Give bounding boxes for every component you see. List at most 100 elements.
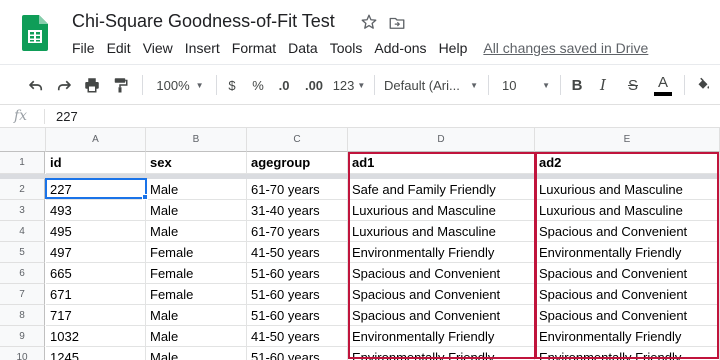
header-cell-column-c[interactable]: agegroup: [247, 152, 348, 174]
cell-column-a[interactable]: 1245: [46, 347, 146, 360]
caret-down-icon: ▼: [470, 80, 478, 90]
cell-column-a[interactable]: 665: [46, 263, 146, 284]
toolbar-divider: [560, 75, 561, 95]
column-header[interactable]: E: [535, 128, 720, 152]
menu-file[interactable]: File: [66, 40, 101, 58]
cell-column-b[interactable]: Female: [146, 263, 247, 284]
cell-column-b[interactable]: Male: [146, 305, 247, 326]
zoom-select[interactable]: 100% ▼: [150, 65, 210, 105]
strikethrough-button[interactable]: S: [622, 65, 644, 105]
row-header[interactable]: 6: [0, 263, 45, 284]
toolbar-divider: [488, 75, 489, 95]
menu-help[interactable]: Help: [433, 40, 474, 58]
cell-column-a[interactable]: 1032: [46, 326, 146, 347]
selected-cell-outline: [45, 178, 147, 199]
header-cell-column-b[interactable]: sex: [146, 152, 247, 174]
sheets-logo-icon[interactable]: [22, 15, 48, 51]
fill-color-button[interactable]: [692, 65, 714, 105]
highlight-box-ad1: [348, 152, 536, 359]
cell-column-a[interactable]: 495: [46, 221, 146, 242]
column-header[interactable]: D: [348, 128, 535, 152]
cell-column-b[interactable]: Male: [146, 221, 247, 242]
cell-column-b[interactable]: Female: [146, 242, 247, 263]
app-header: Chi-Square Goodness-of-Fit Test File Edi…: [0, 0, 720, 64]
cell-column-b[interactable]: Male: [146, 347, 247, 360]
menu-insert[interactable]: Insert: [179, 40, 226, 58]
formula-input[interactable]: 227: [56, 109, 78, 124]
row-header[interactable]: 4: [0, 221, 45, 242]
cell-column-b[interactable]: Female: [146, 284, 247, 305]
caret-down-icon: ▼: [195, 80, 204, 90]
toolbar: 100% ▼ $ % .0 .00 123 ▼ Default (Ari... ▼ 1…: [0, 64, 720, 104]
menu-data[interactable]: Data: [282, 40, 324, 58]
italic-button[interactable]: I: [592, 65, 614, 105]
cell-column-a[interactable]: 717: [46, 305, 146, 326]
currency-format-button[interactable]: $: [222, 65, 242, 105]
cell-column-b[interactable]: Male: [146, 200, 247, 221]
cell-column-c[interactable]: 41-50 years: [247, 326, 348, 347]
row-header[interactable]: 5: [0, 242, 45, 263]
cell-column-c[interactable]: 41-50 years: [247, 242, 348, 263]
formula-divider: [44, 109, 45, 124]
font-family-select[interactable]: Default (Ari... ▼: [384, 65, 478, 105]
undo-button[interactable]: [24, 65, 48, 105]
cell-column-a[interactable]: 671: [46, 284, 146, 305]
cell-column-c[interactable]: 51-60 years: [247, 263, 348, 284]
menu-tools[interactable]: Tools: [324, 40, 369, 58]
decrease-decimal-button[interactable]: .0: [273, 65, 295, 105]
row-header[interactable]: 10: [0, 347, 45, 360]
cell-column-c[interactable]: 51-60 years: [247, 284, 348, 305]
menu-edit[interactable]: Edit: [101, 40, 137, 58]
decrease-decimal-label: .0: [278, 77, 290, 93]
star-icon[interactable]: [360, 13, 378, 31]
cell-column-b[interactable]: Male: [146, 179, 247, 200]
bold-button[interactable]: B: [566, 65, 588, 105]
header-cell-column-a[interactable]: id: [46, 152, 146, 174]
cell-column-c[interactable]: 51-60 years: [247, 347, 348, 360]
cell-column-c[interactable]: 31-40 years: [247, 200, 348, 221]
save-status-link[interactable]: All changes saved in Drive: [483, 40, 648, 58]
font-family-value: Default (Ari...: [384, 77, 460, 93]
row-header[interactable]: 2: [0, 179, 45, 200]
text-color-icon: A: [657, 73, 668, 91]
menu-addons[interactable]: Add-ons: [368, 40, 432, 58]
strikethrough-icon: S: [627, 76, 638, 94]
column-header[interactable]: A: [46, 128, 146, 152]
highlight-box-ad2: [535, 152, 719, 359]
more-formats-select[interactable]: 123 ▼: [330, 65, 368, 105]
print-button[interactable]: [80, 65, 104, 105]
cell-column-c[interactable]: 51-60 years: [247, 305, 348, 326]
row-header[interactable]: 3: [0, 200, 45, 221]
font-size-value: 10: [502, 77, 517, 93]
row-header[interactable]: 8: [0, 305, 45, 326]
cell-column-c[interactable]: 61-70 years: [247, 221, 348, 242]
cell-column-b[interactable]: Male: [146, 326, 247, 347]
cell-column-a[interactable]: 493: [46, 200, 146, 221]
select-all-corner[interactable]: [0, 128, 46, 152]
caret-down-icon: ▼: [542, 80, 550, 90]
bold-icon: B: [571, 76, 583, 94]
percent-format-button[interactable]: %: [248, 65, 268, 105]
row-header[interactable]: 7: [0, 284, 45, 305]
undo-icon: [29, 80, 43, 91]
paint-format-button[interactable]: [108, 65, 132, 105]
row-header[interactable]: 9: [0, 326, 45, 347]
text-color-button[interactable]: A: [652, 65, 674, 105]
fx-icon: fx: [14, 108, 28, 124]
menu-view[interactable]: View: [137, 40, 179, 58]
column-header[interactable]: C: [247, 128, 348, 152]
fill-handle[interactable]: [142, 194, 148, 200]
toolbar-divider: [684, 75, 685, 95]
cell-column-c[interactable]: 61-70 years: [247, 179, 348, 200]
cell-column-a[interactable]: 497: [46, 242, 146, 263]
column-header[interactable]: B: [146, 128, 247, 152]
toolbar-divider: [216, 75, 217, 95]
redo-button[interactable]: [52, 65, 76, 105]
increase-decimal-button[interactable]: .00: [300, 65, 328, 105]
menu-format[interactable]: Format: [226, 40, 282, 58]
document-title[interactable]: Chi-Square Goodness-of-Fit Test: [72, 11, 335, 32]
row-header[interactable]: 1: [0, 152, 45, 174]
percent-label: %: [252, 77, 264, 93]
font-size-select[interactable]: 10 ▼: [496, 65, 552, 105]
move-to-folder-icon[interactable]: [388, 14, 406, 32]
